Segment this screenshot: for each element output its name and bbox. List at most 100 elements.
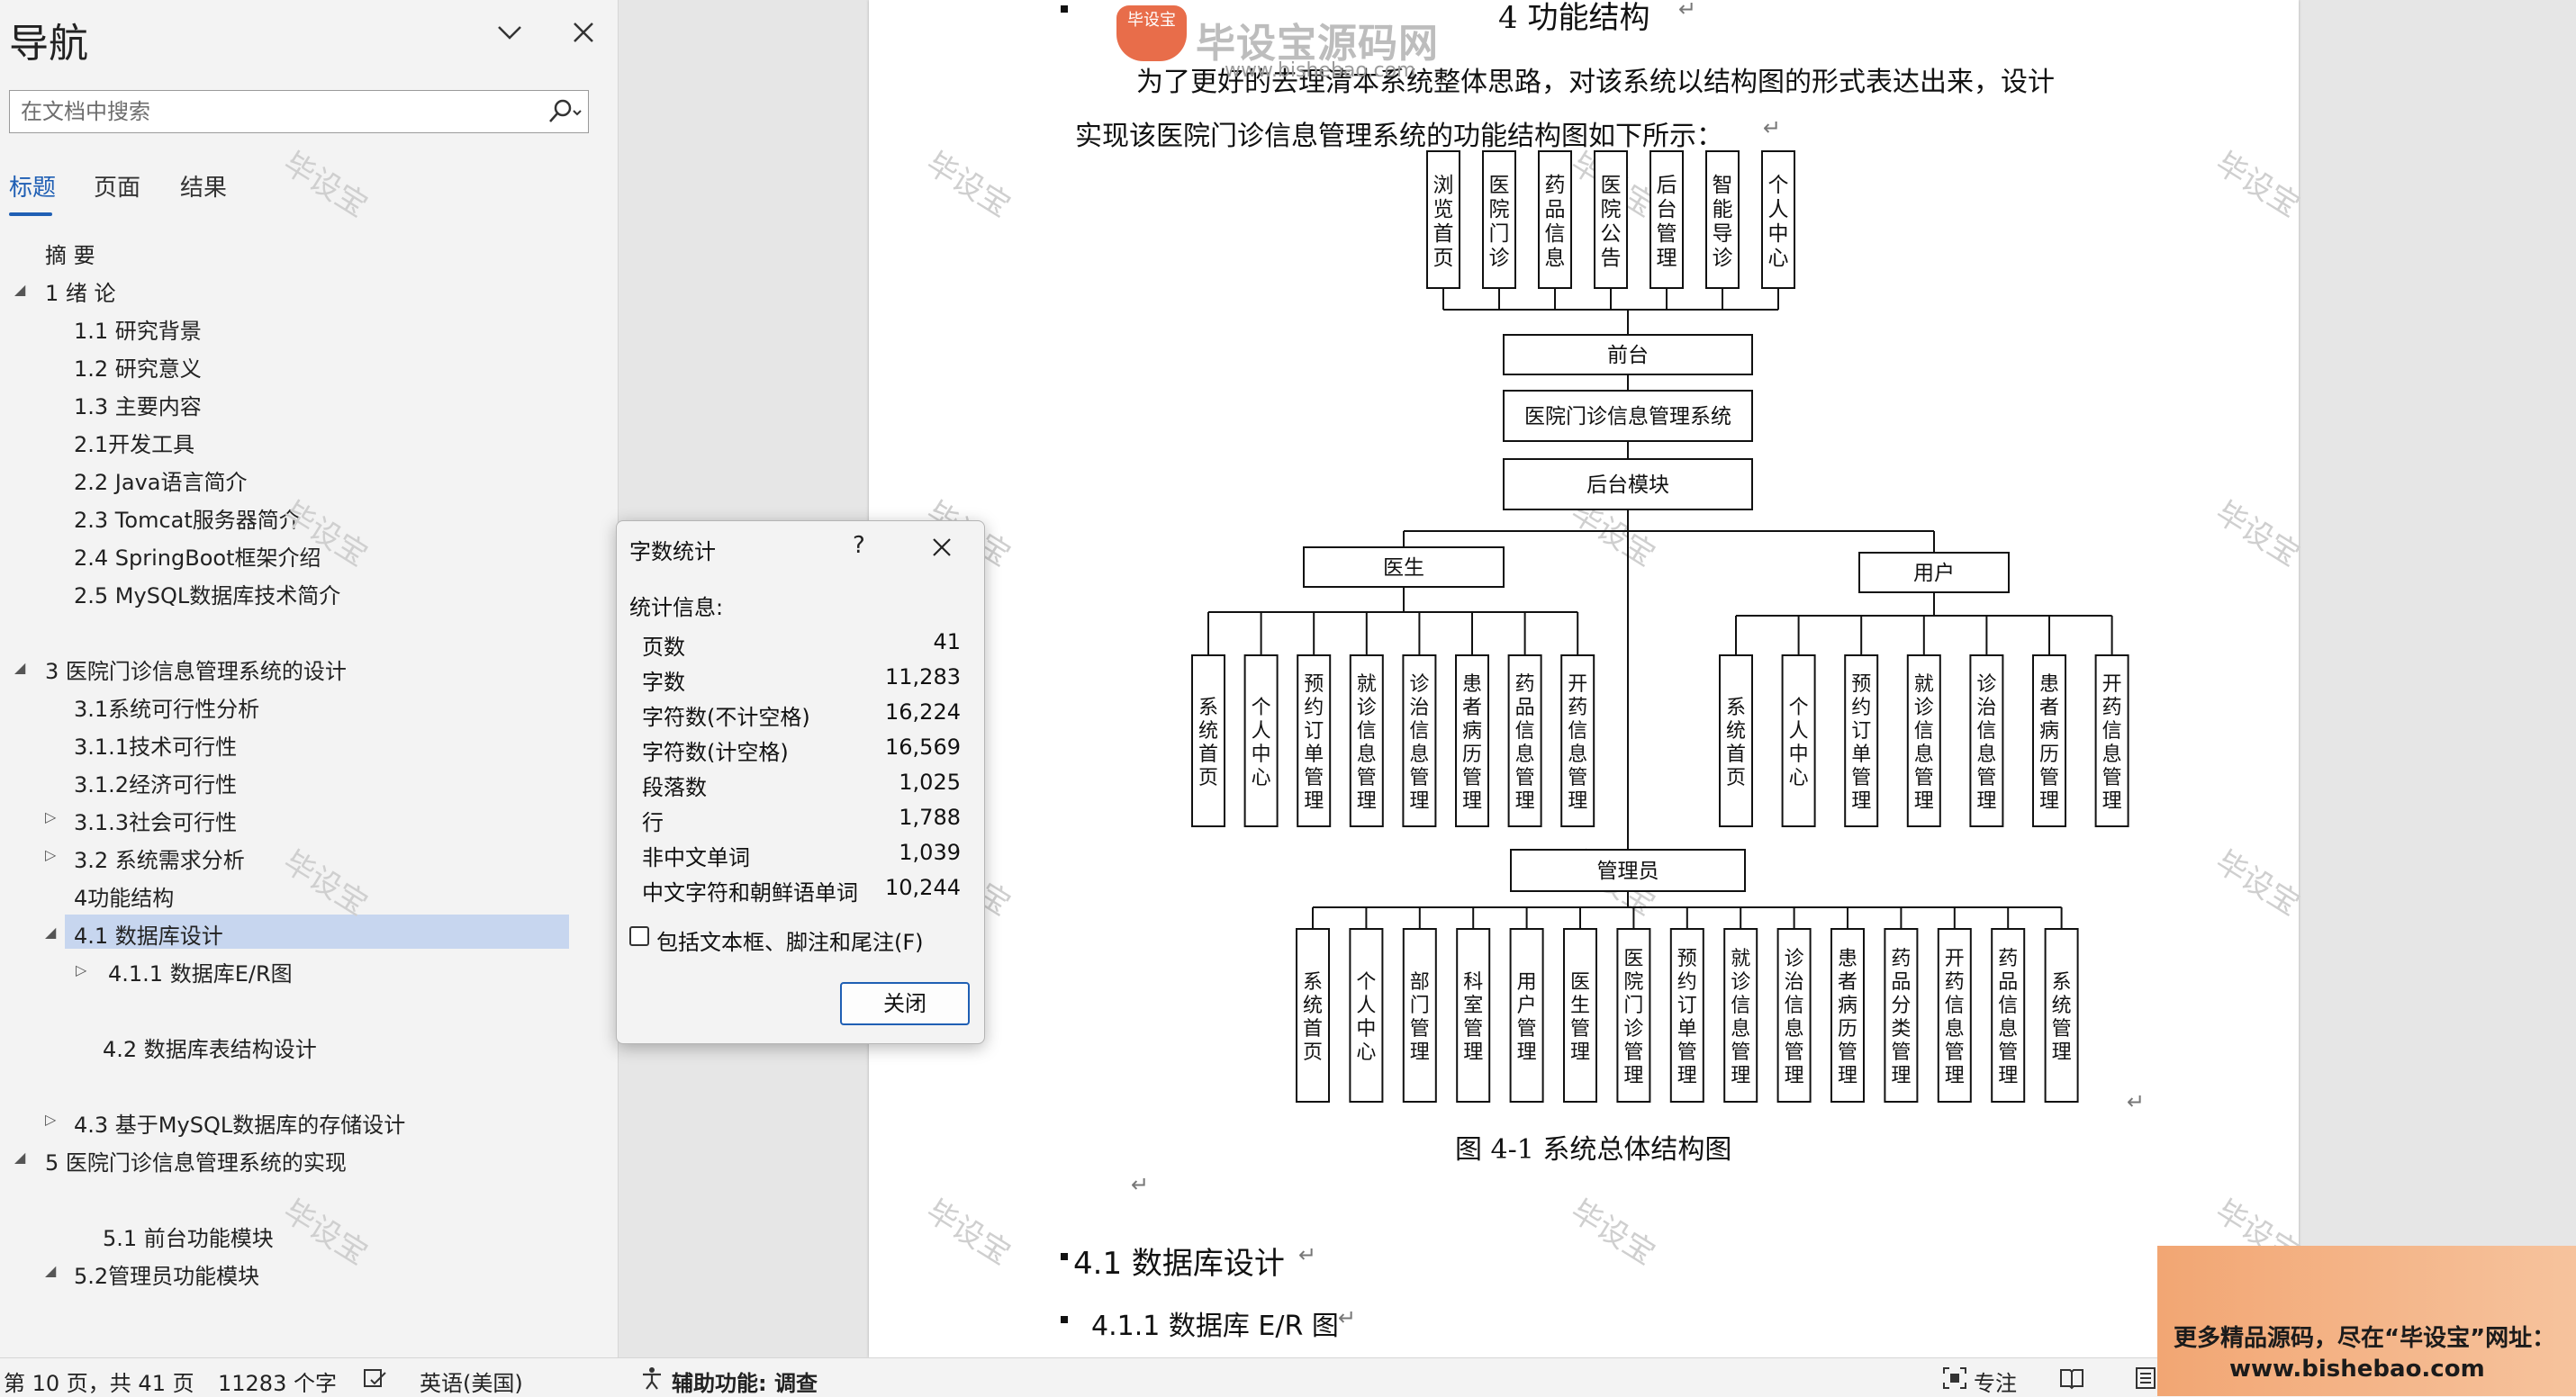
print-layout-icon[interactable] bbox=[2132, 1365, 2159, 1391]
admin-module-box-label: 个人中心 bbox=[1356, 971, 1376, 1064]
user-module-box: 患者病历管理 bbox=[2032, 654, 2066, 827]
stat-label: 字符数(计空格) bbox=[642, 740, 789, 765]
stat-row: 字数 11,283 bbox=[642, 664, 961, 698]
include-textboxes-label[interactable]: 包括文本框、脚注和尾注(F) bbox=[656, 924, 924, 956]
read-mode-icon[interactable] bbox=[2058, 1365, 2085, 1391]
admin-module-box: 开药信息管理 bbox=[1937, 928, 1972, 1103]
admin-module-box-label: 就诊信息管理 bbox=[1731, 948, 1750, 1087]
figure-caption[interactable]: 图 4-1 系统总体结构图 bbox=[1455, 1127, 1731, 1167]
backend-box-label: 后台模块 bbox=[1586, 473, 1669, 497]
admin-module-box: 个人中心 bbox=[1349, 928, 1384, 1103]
system-box: 医院门诊信息管理系统 bbox=[1503, 390, 1753, 442]
close-icon[interactable] bbox=[928, 534, 955, 561]
accessibility-status[interactable]: 辅助功能: 调查 bbox=[672, 1365, 818, 1397]
admin-module-box: 诊治信息管理 bbox=[1776, 928, 1812, 1103]
ad-banner[interactable]: 更多精品源码，尽在“毕设宝”网址： www.bishebao.com bbox=[2157, 1246, 2576, 1396]
admin-module-box: 系统首页 bbox=[1296, 928, 1330, 1103]
focus-icon[interactable] bbox=[1941, 1365, 1968, 1391]
heading-bullet bbox=[1061, 1253, 1068, 1260]
admin-module-box-label: 开药信息管理 bbox=[1945, 948, 1965, 1087]
admin-module-box-label: 患者病历管理 bbox=[1838, 948, 1857, 1087]
user-module-box: 就诊信息管理 bbox=[1906, 654, 1941, 827]
focus-mode-button[interactable]: 专注 bbox=[1974, 1365, 2017, 1397]
heading-bullet bbox=[1061, 1316, 1068, 1323]
stat-value: 11,283 bbox=[885, 664, 961, 689]
stat-row: 中文字符和朝鲜语单词 10,244 bbox=[642, 875, 961, 909]
admin-module-box-label: 诊治信息管理 bbox=[1785, 948, 1804, 1087]
stat-label: 段落数 bbox=[642, 775, 707, 800]
ad-text-line1: 更多精品源码，尽在“毕设宝”网址： bbox=[2174, 1325, 2556, 1352]
doctor-module-box-label: 患者病历管理 bbox=[1462, 673, 1482, 813]
include-textboxes-checkbox[interactable] bbox=[629, 926, 649, 946]
front-module-box: 个人中心 bbox=[1761, 150, 1795, 289]
user-module-box: 系统首页 bbox=[1719, 654, 1753, 827]
system-structure-diagram: 浏览首页医院门诊药品信息医院公告后台管理智能导诊个人中心前台医院门诊信息管理系统… bbox=[1191, 150, 2129, 1103]
admin-module-box: 系统管理 bbox=[2044, 928, 2079, 1103]
proofing-icon[interactable] bbox=[362, 1367, 389, 1391]
doctor-module-box: 药品信息管理 bbox=[1507, 654, 1542, 827]
user-module-box-label: 预约订单管理 bbox=[1851, 673, 1871, 813]
front-module-box-label: 医院公告 bbox=[1601, 174, 1622, 270]
front-module-box-label: 后台管理 bbox=[1657, 174, 1677, 270]
language-status[interactable]: 英语(美国) bbox=[420, 1365, 523, 1397]
front-module-box-label: 浏览首页 bbox=[1433, 174, 1454, 270]
admin-module-box: 预约订单管理 bbox=[1669, 928, 1704, 1103]
admin-module-box: 医生管理 bbox=[1563, 928, 1597, 1103]
admin-module-box-label: 系统首页 bbox=[1303, 971, 1323, 1064]
stat-value: 16,569 bbox=[885, 735, 961, 760]
user-module-box-label: 个人中心 bbox=[1789, 697, 1809, 789]
page-count-status[interactable]: 第 10 页，共 41 页 bbox=[4, 1365, 194, 1397]
admin-module-box-label: 部门管理 bbox=[1410, 971, 1430, 1064]
stat-value: 1,039 bbox=[899, 840, 961, 865]
user-module-box: 诊治信息管理 bbox=[1969, 654, 2004, 827]
doctor-module-box: 系统首页 bbox=[1191, 654, 1225, 827]
accessibility-icon[interactable] bbox=[639, 1365, 666, 1391]
user-module-box: 开药信息管理 bbox=[2094, 654, 2129, 827]
word-count-dialog: 字数统计 ? 统计信息: 页数 41 字数 11,283 字符数(不计空格) 16,2… bbox=[616, 520, 985, 1044]
system-box-label: 医院门诊信息管理系统 bbox=[1524, 405, 1731, 428]
admin-module-box-label: 药品分类管理 bbox=[1891, 948, 1911, 1087]
doctor-module-box-label: 个人中心 bbox=[1252, 697, 1271, 789]
admin-module-box-label: 预约订单管理 bbox=[1677, 948, 1697, 1087]
admin-module-box: 就诊信息管理 bbox=[1723, 928, 1758, 1103]
stat-value: 41 bbox=[933, 629, 961, 654]
admin-module-box: 患者病历管理 bbox=[1830, 928, 1865, 1103]
stat-label: 行 bbox=[642, 810, 664, 835]
admin-module-box-label: 医院门诊管理 bbox=[1623, 948, 1643, 1087]
user-module-box-label: 就诊信息管理 bbox=[1914, 673, 1934, 813]
doctor-module-box-label: 诊治信息管理 bbox=[1409, 673, 1429, 813]
stat-label: 页数 bbox=[642, 635, 685, 660]
dialog-title: 字数统计 bbox=[629, 539, 716, 564]
word-count-status[interactable]: 11283 个字 bbox=[218, 1365, 337, 1397]
doc-heading-4-1[interactable]: 4.1 数据库设计 bbox=[1073, 1239, 1285, 1283]
doc-heading-4-1-1[interactable]: 4.1.1 数据库 E/R 图 bbox=[1091, 1303, 1339, 1343]
paragraph-mark-icon: ↵ bbox=[1298, 1242, 1317, 1267]
help-button[interactable]: ? bbox=[853, 532, 865, 559]
close-button[interactable]: 关闭 bbox=[840, 982, 970, 1025]
doctor-module-box: 预约订单管理 bbox=[1297, 654, 1332, 827]
admin-module-box: 药品分类管理 bbox=[1884, 928, 1919, 1103]
backend-box: 后台模块 bbox=[1503, 458, 1753, 510]
front-module-box-label: 医院门诊 bbox=[1489, 174, 1510, 270]
front-module-box-label: 药品信息 bbox=[1545, 174, 1566, 270]
front-box: 前台 bbox=[1503, 334, 1753, 375]
stat-row: 字符数(不计空格) 16,224 bbox=[642, 699, 961, 734]
admin-module-box: 部门管理 bbox=[1402, 928, 1437, 1103]
ad-text-line2: www.bishebao.com bbox=[2229, 1356, 2485, 1383]
front-module-box: 智能导诊 bbox=[1705, 150, 1740, 289]
front-module-box: 药品信息 bbox=[1538, 150, 1572, 289]
stat-row: 行 1,788 bbox=[642, 805, 961, 839]
user-box: 用户 bbox=[1858, 552, 2010, 593]
user-module-box-label: 诊治信息管理 bbox=[1976, 673, 1996, 813]
stat-value: 1,025 bbox=[899, 770, 961, 795]
doctor-box: 医生 bbox=[1303, 546, 1505, 588]
doctor-module-box-label: 药品信息管理 bbox=[1515, 673, 1535, 813]
stat-label: 字符数(不计空格) bbox=[642, 705, 810, 730]
paragraph-mark-icon: ↵ bbox=[1131, 1172, 1150, 1197]
front-module-box-label: 个人中心 bbox=[1768, 174, 1789, 270]
user-module-box-label: 患者病历管理 bbox=[2039, 673, 2059, 813]
front-module-box-label: 智能导诊 bbox=[1713, 174, 1733, 270]
admin-module-box: 用户管理 bbox=[1509, 928, 1544, 1103]
stat-row: 非中文单词 1,039 bbox=[642, 840, 961, 874]
stat-row: 字符数(计空格) 16,569 bbox=[642, 735, 961, 769]
